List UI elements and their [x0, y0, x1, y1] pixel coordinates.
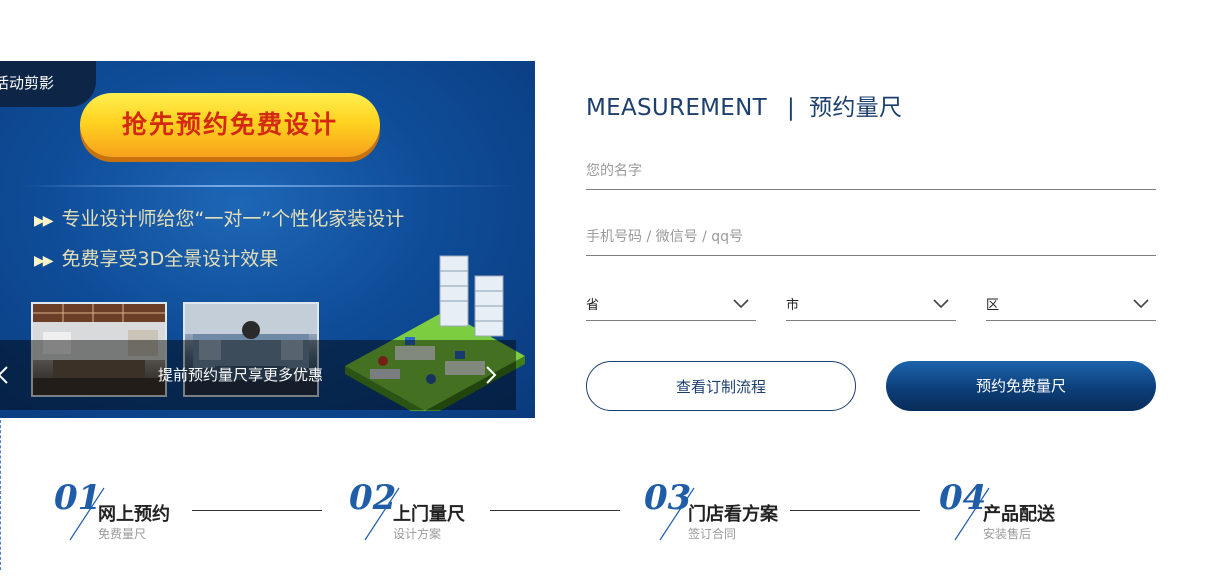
city-label: 市: [786, 298, 800, 313]
name-field: [586, 153, 1156, 190]
book-measurement-button[interactable]: 预约免费量尺: [886, 361, 1156, 411]
district-select[interactable]: 区: [986, 285, 1156, 321]
feature-text: 专业设计师给您“一对一”个性化家装设计: [61, 208, 405, 230]
province-label: 省: [586, 298, 600, 313]
slide-caption-bar: 提前预约量尺享更多优惠: [0, 340, 516, 410]
process-step: 01 网上预约 免费量尺: [54, 478, 354, 548]
title-chinese: 预约量尺: [809, 95, 903, 121]
form-title: MEASUREMENT | 预约量尺: [586, 88, 902, 122]
feature-text: 免费享受3D全景设计效果: [61, 248, 279, 270]
selection-guide-line: [0, 420, 1, 570]
view-process-button[interactable]: 查看订制流程: [586, 361, 856, 411]
headline-pill: 抢先预约免费设计: [80, 93, 380, 157]
chevron-down-icon: [932, 294, 950, 309]
process-step: 04 产品配送 安装售后: [939, 478, 1206, 548]
step-subtitle: 免费量尺: [98, 527, 147, 541]
step-subtitle: 安装售后: [983, 527, 1032, 541]
step-title: 门店看方案: [688, 504, 778, 525]
step-subtitle: 设计方案: [393, 527, 442, 541]
chevron-down-icon: [1132, 294, 1150, 309]
double-arrow-icon: ▶▶: [34, 213, 53, 229]
slide-caption: 提前预约量尺享更多优惠: [158, 366, 324, 384]
step-title: 网上预约: [98, 504, 170, 525]
chevron-down-icon: [732, 294, 750, 309]
contact-input[interactable]: [586, 219, 1156, 255]
chevron-right-icon[interactable]: [480, 364, 500, 386]
name-input[interactable]: [586, 153, 1156, 189]
double-arrow-icon: ▶▶: [34, 253, 53, 269]
step-title: 上门量尺: [393, 504, 465, 525]
feature-item: ▶▶ 免费享受3D全景设计效果: [34, 244, 278, 271]
step-title: 产品配送: [983, 504, 1055, 525]
step-connector: [490, 510, 620, 511]
step-connector: [192, 510, 322, 511]
district-label: 区: [986, 298, 1000, 313]
step-connector: [790, 510, 920, 511]
banner-divider: [20, 185, 520, 187]
chevron-left-icon[interactable]: [0, 364, 14, 386]
feature-item: ▶▶ 专业设计师给您“一对一”个性化家装设计: [34, 204, 404, 231]
title-english: MEASUREMENT: [586, 95, 767, 121]
process-step: 03 门店看方案 签订合同: [644, 478, 944, 548]
headline-text: 抢先预约免费设计: [121, 110, 338, 139]
contact-field: [586, 219, 1156, 256]
process-step: 02 上门量尺 设计方案: [349, 478, 649, 548]
activity-banner[interactable]: 活动剪影 抢先预约免费设计 ▶▶ 专业设计师给您“一对一”个性化家装设计 ▶▶ 免费…: [0, 61, 535, 418]
city-select[interactable]: 市: [786, 285, 956, 321]
province-select[interactable]: 省: [586, 285, 756, 321]
step-subtitle: 签订合同: [688, 527, 737, 541]
title-divider: |: [787, 95, 796, 121]
